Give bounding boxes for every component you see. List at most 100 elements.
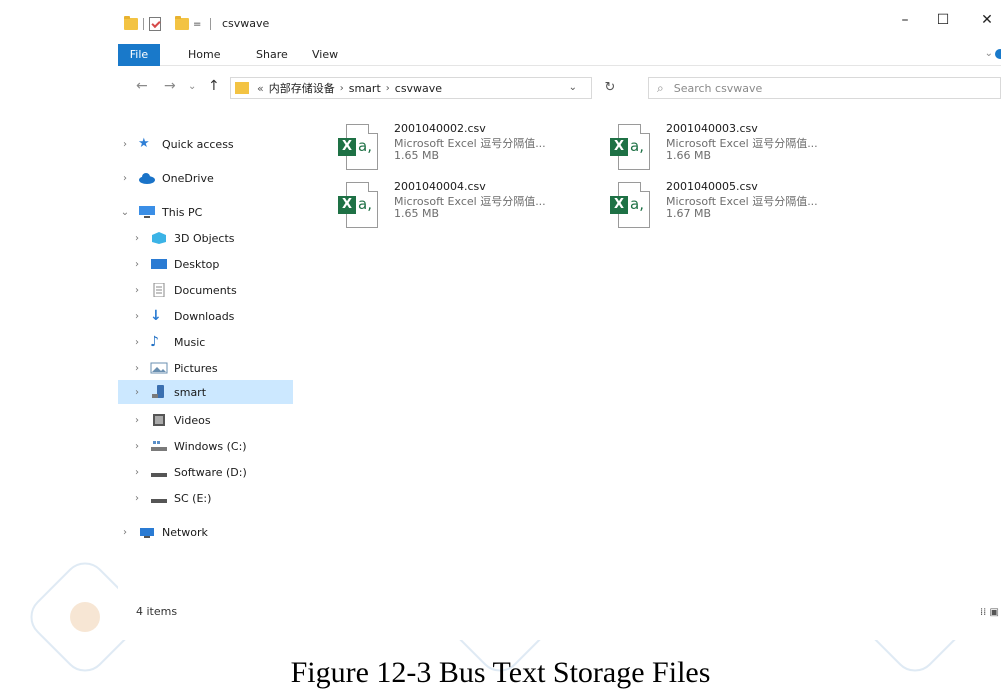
expand-icon[interactable]: ›: [130, 493, 144, 504]
nav-item-label: SC (E:): [174, 491, 212, 505]
excel-badge: X: [338, 196, 356, 214]
new-folder-icon[interactable]: [175, 16, 189, 30]
minimize-button[interactable]: –: [894, 12, 916, 28]
file-size: 1.66 MB: [666, 149, 712, 162]
breadcrumb-separator-icon[interactable]: ›: [386, 83, 390, 94]
nav-item-windows-c[interactable]: › Windows (C:): [118, 434, 293, 458]
expand-icon[interactable]: ›: [130, 387, 144, 398]
nav-item-quick-access[interactable]: › ★ Quick access: [118, 132, 293, 156]
navigation-pane: › ★ Quick access › OneDrive ⌄ This PC › …: [118, 124, 293, 564]
maximize-button[interactable]: ☐: [932, 12, 954, 28]
tab-share[interactable]: Share: [256, 48, 288, 61]
nav-item-software-d[interactable]: › Software (D:): [118, 460, 293, 484]
file-item[interactable]: X a, 2001040002.csv Microsoft Excel 逗号分隔…: [338, 120, 598, 176]
expand-icon[interactable]: ›: [118, 527, 132, 538]
expand-icon[interactable]: ›: [130, 467, 144, 478]
nav-item-sc-e[interactable]: › SC (E:): [118, 486, 293, 510]
title-bar: = csvwave – ☐ ✕: [118, 0, 1001, 44]
breadcrumb-overflow[interactable]: «: [257, 82, 264, 95]
expand-icon[interactable]: ›: [130, 285, 144, 296]
expand-icon[interactable]: ›: [130, 259, 144, 270]
close-button[interactable]: ✕: [976, 12, 998, 28]
recent-locations-button[interactable]: ⌄: [188, 81, 196, 92]
desktop-icon: [150, 257, 168, 271]
ribbon-expand-icon[interactable]: ⌄: [985, 48, 993, 59]
nav-item-this-pc[interactable]: ⌄ This PC: [118, 200, 293, 224]
help-icon[interactable]: [995, 49, 1001, 59]
nav-item-3d-objects[interactable]: › 3D Objects: [118, 226, 293, 250]
toolbar-separator: [143, 18, 144, 30]
explorer-window: = csvwave – ☐ ✕ File Home Share View ⌄ ←…: [118, 0, 1001, 640]
tab-home[interactable]: Home: [188, 48, 220, 61]
nav-item-documents[interactable]: › Documents: [118, 278, 293, 302]
cube-icon: [150, 231, 168, 245]
expand-icon[interactable]: ›: [130, 311, 144, 322]
file-item[interactable]: X a, 2001040003.csv Microsoft Excel 逗号分隔…: [610, 120, 870, 176]
forward-button[interactable]: →: [164, 78, 176, 94]
breadcrumb-item[interactable]: 内部存储设备: [269, 80, 335, 96]
document-icon: [150, 282, 168, 298]
address-bar[interactable]: « 内部存储设备 › smart › csvwave ⌄: [230, 77, 592, 99]
quick-access-toolbar: =: [124, 16, 216, 32]
expand-icon[interactable]: ›: [130, 363, 144, 374]
expand-icon[interactable]: ›: [118, 173, 132, 184]
refresh-button[interactable]: ↻: [598, 77, 622, 99]
file-name: 2001040004.csv: [394, 180, 486, 193]
up-button[interactable]: ↑: [208, 78, 220, 94]
breadcrumb-item[interactable]: csvwave: [395, 82, 442, 95]
properties-icon[interactable]: [149, 17, 161, 31]
view-toggle-icon[interactable]: ⁞⁞ ▣: [980, 607, 999, 618]
nav-item-label: Videos: [174, 413, 211, 427]
computer-icon: [138, 205, 156, 219]
expand-icon[interactable]: ›: [118, 139, 132, 150]
nav-item-label: Pictures: [174, 361, 218, 375]
qat-dropdown-icon[interactable]: =: [193, 19, 201, 30]
collapse-icon[interactable]: ⌄: [118, 207, 132, 218]
excel-csv-icon: X a,: [610, 182, 652, 230]
video-icon: [150, 413, 168, 427]
excel-badge: X: [610, 196, 628, 214]
file-size: 1.65 MB: [394, 149, 440, 162]
nav-item-pictures[interactable]: › Pictures: [118, 356, 293, 380]
nav-item-smart[interactable]: › smart: [118, 380, 293, 404]
status-item-count: 4 items: [136, 605, 178, 618]
nav-item-onedrive[interactable]: › OneDrive: [118, 166, 293, 190]
nav-item-desktop[interactable]: › Desktop: [118, 252, 293, 276]
expand-icon[interactable]: ›: [130, 233, 144, 244]
csv-glyph: a,: [358, 137, 372, 155]
nav-item-label: smart: [174, 385, 207, 399]
tab-file[interactable]: File: [118, 44, 160, 66]
file-item[interactable]: X a, 2001040004.csv Microsoft Excel 逗号分隔…: [338, 178, 598, 234]
cloud-icon: [138, 171, 156, 185]
nav-item-label: Downloads: [174, 309, 235, 323]
csv-glyph: a,: [630, 137, 644, 155]
file-name: 2001040003.csv: [666, 122, 758, 135]
file-item[interactable]: X a, 2001040005.csv Microsoft Excel 逗号分隔…: [610, 178, 870, 234]
nav-item-network[interactable]: › Network: [118, 520, 293, 544]
back-button[interactable]: ←: [136, 78, 148, 94]
nav-item-music[interactable]: › ♪ Music: [118, 330, 293, 354]
breadcrumb-item[interactable]: smart: [349, 82, 381, 95]
nav-item-label: OneDrive: [162, 171, 214, 185]
download-icon: ↓: [150, 308, 162, 324]
nav-item-label: Documents: [174, 283, 237, 297]
file-name: 2001040002.csv: [394, 122, 486, 135]
expand-icon[interactable]: ›: [130, 415, 144, 426]
nav-item-videos[interactable]: › Videos: [118, 408, 293, 432]
excel-badge: X: [610, 138, 628, 156]
expand-icon[interactable]: ›: [130, 441, 144, 452]
windows-drive-icon: [150, 439, 168, 453]
breadcrumb-separator-icon[interactable]: ›: [340, 83, 344, 94]
excel-csv-icon: X a,: [610, 124, 652, 172]
nav-item-label: Desktop: [174, 257, 220, 271]
csv-glyph: a,: [630, 195, 644, 213]
expand-icon[interactable]: ›: [130, 337, 144, 348]
address-row: ← → ⌄ ↑ « 内部存储设备 › smart › csvwave ⌄ ↻ ⌕…: [118, 66, 1001, 110]
ribbon-tabs: File Home Share View ⌄: [118, 44, 1001, 66]
device-icon: [150, 385, 168, 399]
address-dropdown-icon[interactable]: ⌄: [569, 82, 577, 93]
tab-view[interactable]: View: [312, 48, 338, 61]
search-input[interactable]: ⌕ Search csvwave: [648, 77, 1001, 99]
nav-item-downloads[interactable]: › ↓ Downloads: [118, 304, 293, 328]
window-title: csvwave: [222, 17, 270, 30]
